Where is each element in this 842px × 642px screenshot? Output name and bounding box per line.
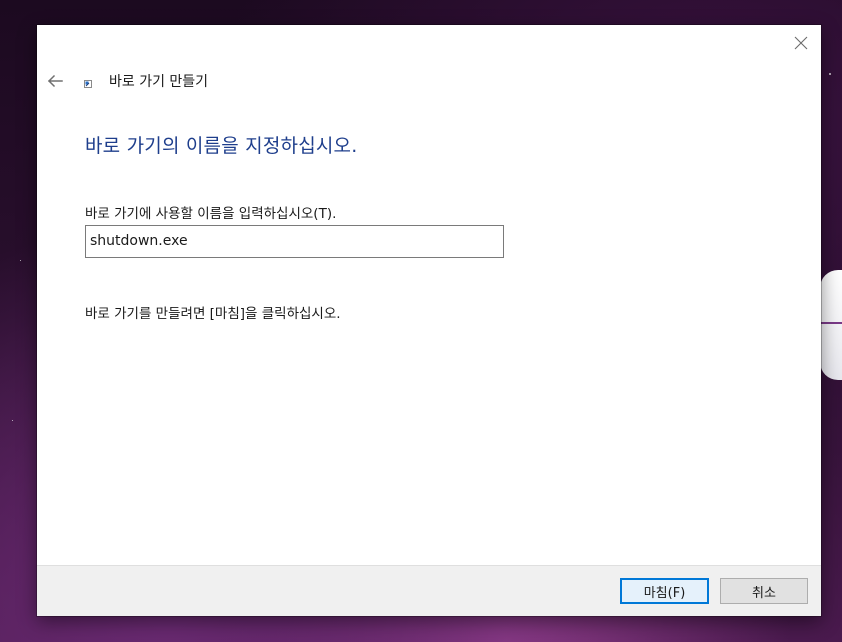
back-arrow-icon bbox=[47, 74, 63, 88]
shortcut-icon bbox=[84, 80, 92, 88]
dialog-footer: 마침(F) 취소 bbox=[37, 565, 821, 616]
main-instruction: 바로 가기의 이름을 지정하십시오. bbox=[85, 135, 358, 157]
wallpaper-star bbox=[12, 420, 13, 421]
cancel-button[interactable]: 취소 bbox=[720, 578, 808, 604]
shortcut-name-input[interactable] bbox=[85, 225, 504, 258]
finish-instruction: 바로 가기를 만들려면 [마침]을 클릭하십시오. bbox=[85, 306, 341, 322]
wallpaper-line bbox=[820, 322, 842, 324]
close-button[interactable] bbox=[785, 29, 817, 57]
wallpaper-shape bbox=[820, 270, 842, 380]
wallpaper-star bbox=[829, 73, 831, 75]
wallpaper-star bbox=[20, 260, 21, 261]
close-icon bbox=[794, 36, 808, 50]
back-button[interactable] bbox=[43, 69, 67, 93]
shortcut-name-label: 바로 가기에 사용할 이름을 입력하십시오(T). bbox=[85, 206, 337, 222]
finish-button[interactable]: 마침(F) bbox=[620, 578, 709, 604]
wizard-title: 바로 가기 만들기 bbox=[109, 74, 209, 90]
create-shortcut-dialog: 바로 가기 만들기 바로 가기의 이름을 지정하십시오. 바로 가기에 사용할 … bbox=[37, 25, 821, 616]
